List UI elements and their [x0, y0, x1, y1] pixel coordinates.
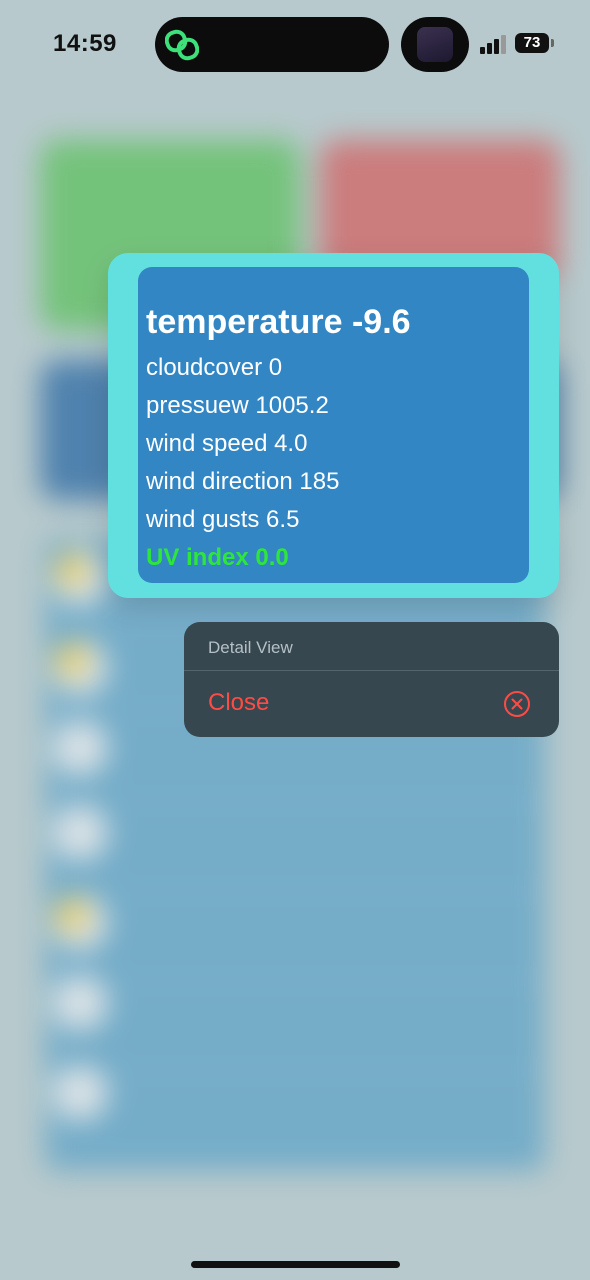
cloudcover-value: cloudcover 0 — [146, 354, 283, 381]
uv-index-value: UV index 0.0 — [146, 544, 289, 571]
wind-direction-value: wind direction 185 — [146, 468, 340, 495]
dynamic-island-activity[interactable] — [401, 17, 469, 72]
cloud-icon — [52, 720, 108, 776]
cloud-icon — [52, 1065, 108, 1121]
cloud-icon — [52, 975, 108, 1031]
pressure-value: pressuew 1005.2 — [146, 392, 329, 419]
detail-content: temperature -9.6 cloudcover 0 pressuew 1… — [138, 267, 529, 583]
home-indicator[interactable] — [191, 1261, 400, 1268]
close-label: Close — [208, 689, 270, 716]
wind-gusts-value: wind gusts 6.5 — [146, 506, 300, 533]
temperature-title: temperature -9.6 — [146, 303, 411, 341]
background-list-divider — [45, 800, 545, 802]
background-list-divider — [45, 1070, 545, 1072]
dynamic-island[interactable] — [155, 17, 389, 72]
cellular-signal-icon — [480, 35, 506, 54]
menu-header: Detail View — [208, 638, 293, 657]
battery-icon: 73 — [515, 33, 549, 53]
close-menu-item[interactable]: Close — [184, 671, 559, 737]
status-bar: 14:59 73 — [0, 0, 590, 90]
wind-speed-value: wind speed 4.0 — [146, 430, 308, 457]
status-time: 14:59 — [53, 30, 117, 57]
background-list-divider — [45, 890, 545, 892]
app-thumbnail-icon — [417, 27, 453, 62]
battery-tip — [551, 39, 554, 47]
close-circle-icon — [504, 691, 530, 717]
partly-sunny-icon — [52, 550, 108, 606]
detail-preview-card: temperature -9.6 cloudcover 0 pressuew 1… — [108, 253, 559, 598]
cloud-icon — [52, 805, 108, 861]
partly-sunny-icon — [52, 895, 108, 951]
context-menu: Detail View Close — [184, 622, 559, 737]
background-list-divider — [45, 980, 545, 982]
partly-sunny-icon — [52, 640, 108, 696]
link-icon — [165, 29, 199, 61]
